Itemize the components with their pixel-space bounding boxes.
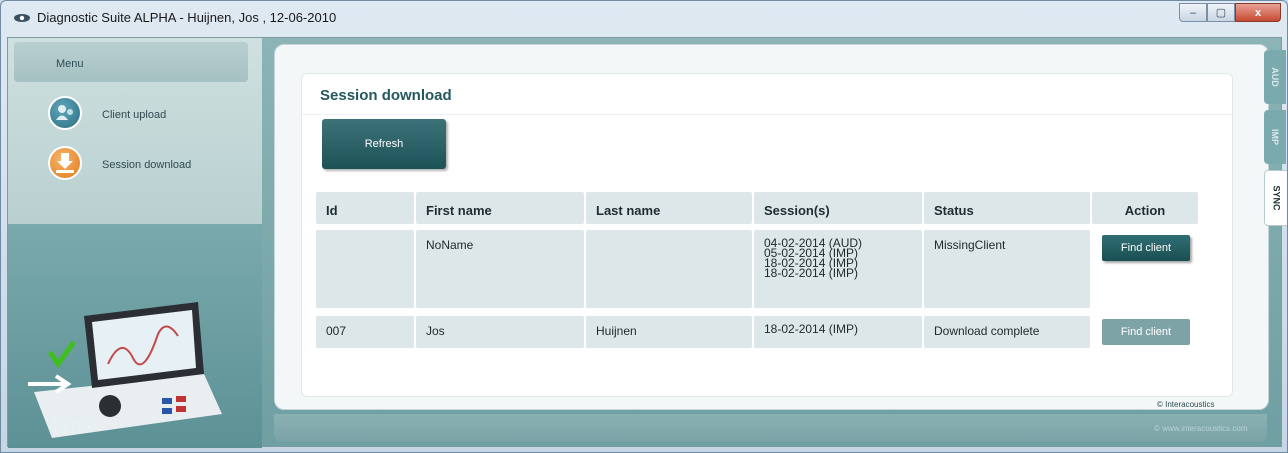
divider xyxy=(302,114,1232,115)
minimize-button[interactable]: – xyxy=(1179,3,1207,22)
app-icon xyxy=(14,14,30,22)
column-header-id: Id xyxy=(316,192,414,224)
menu-header: Menu xyxy=(14,42,248,82)
column-header-first-name: First name xyxy=(416,192,584,224)
sidebar-item-client-upload[interactable]: Client upload xyxy=(48,96,248,136)
device-label: Sync xyxy=(50,414,91,433)
table-cell-status: Download complete xyxy=(924,316,1090,348)
table-cell-last-name: Huijnen xyxy=(586,316,752,348)
menu-label: Menu xyxy=(56,58,84,70)
table-cell-last-name xyxy=(586,230,752,308)
window-controls: – ▢ x xyxy=(1179,3,1281,22)
sidebar-item-label: Client upload xyxy=(102,109,167,121)
tab-sync[interactable]: SYNC xyxy=(1264,170,1287,226)
tab-label: AUD xyxy=(1270,67,1280,87)
client-area: Menu Client upload Session download Sync… xyxy=(7,37,1287,448)
title-bar: Diagnostic Suite ALPHA - Huijnen, Jos , … xyxy=(1,1,1287,37)
page-title: Session download xyxy=(320,87,452,104)
column-header-sessions: Session(s) xyxy=(754,192,922,224)
find-client-button-disabled: Find client xyxy=(1102,319,1190,345)
check-icon xyxy=(47,340,77,369)
table-cell-first-name: Jos xyxy=(416,316,584,348)
tab-imp[interactable]: IMP xyxy=(1264,110,1286,164)
refresh-button[interactable]: Refresh xyxy=(322,119,446,169)
table-cell-sessions: 18-02-2014 (IMP) xyxy=(754,316,922,348)
session-entry: 18-02-2014 (IMP) xyxy=(764,322,859,336)
client-upload-icon xyxy=(48,96,82,130)
table-cell-id xyxy=(316,230,414,308)
table-cell-status: MissingClient xyxy=(924,230,1090,308)
table-cell-id: 007 xyxy=(316,316,414,348)
main-content: Session download Refresh Id First name L… xyxy=(274,44,1269,410)
session-entry: 18-02-2014 (IMP) xyxy=(764,266,859,280)
column-header-last-name: Last name xyxy=(586,192,752,224)
column-header-status: Status xyxy=(924,192,1090,224)
footer-bar: © www.interacoustics.com xyxy=(274,414,1267,442)
window-title: Diagnostic Suite ALPHA - Huijnen, Jos , … xyxy=(37,10,337,25)
sidebar-item-session-download[interactable]: Session download xyxy=(48,146,248,186)
device-illustration: Sync xyxy=(8,224,262,448)
find-client-button[interactable]: Find client xyxy=(1102,235,1190,261)
column-header-action: Action xyxy=(1092,192,1198,224)
sync-arrow-icon xyxy=(28,374,72,394)
session-download-icon xyxy=(48,146,82,180)
sidebar-item-label: Session download xyxy=(102,159,192,171)
tab-aud[interactable]: AUD xyxy=(1264,50,1286,104)
footer-url: © www.interacoustics.com xyxy=(1154,424,1248,433)
tab-label: IMP xyxy=(1269,128,1280,146)
app-window: Diagnostic Suite ALPHA - Huijnen, Jos , … xyxy=(0,0,1288,453)
audiometer-device-image xyxy=(28,302,222,438)
table-cell-first-name: NoName xyxy=(416,230,584,308)
session-download-panel: Session download Refresh Id First name L… xyxy=(301,73,1233,397)
close-button[interactable]: x xyxy=(1235,3,1281,22)
brand-text: © Interacoustics xyxy=(1157,400,1215,409)
table-cell-sessions: 04-02-2014 (AUD) 05-02-2014 (IMP) 18-02-… xyxy=(754,230,922,308)
tab-label: SYNC xyxy=(1271,185,1282,211)
maximize-button[interactable]: ▢ xyxy=(1207,3,1235,22)
sidebar: Menu Client upload Session download xyxy=(8,38,262,224)
